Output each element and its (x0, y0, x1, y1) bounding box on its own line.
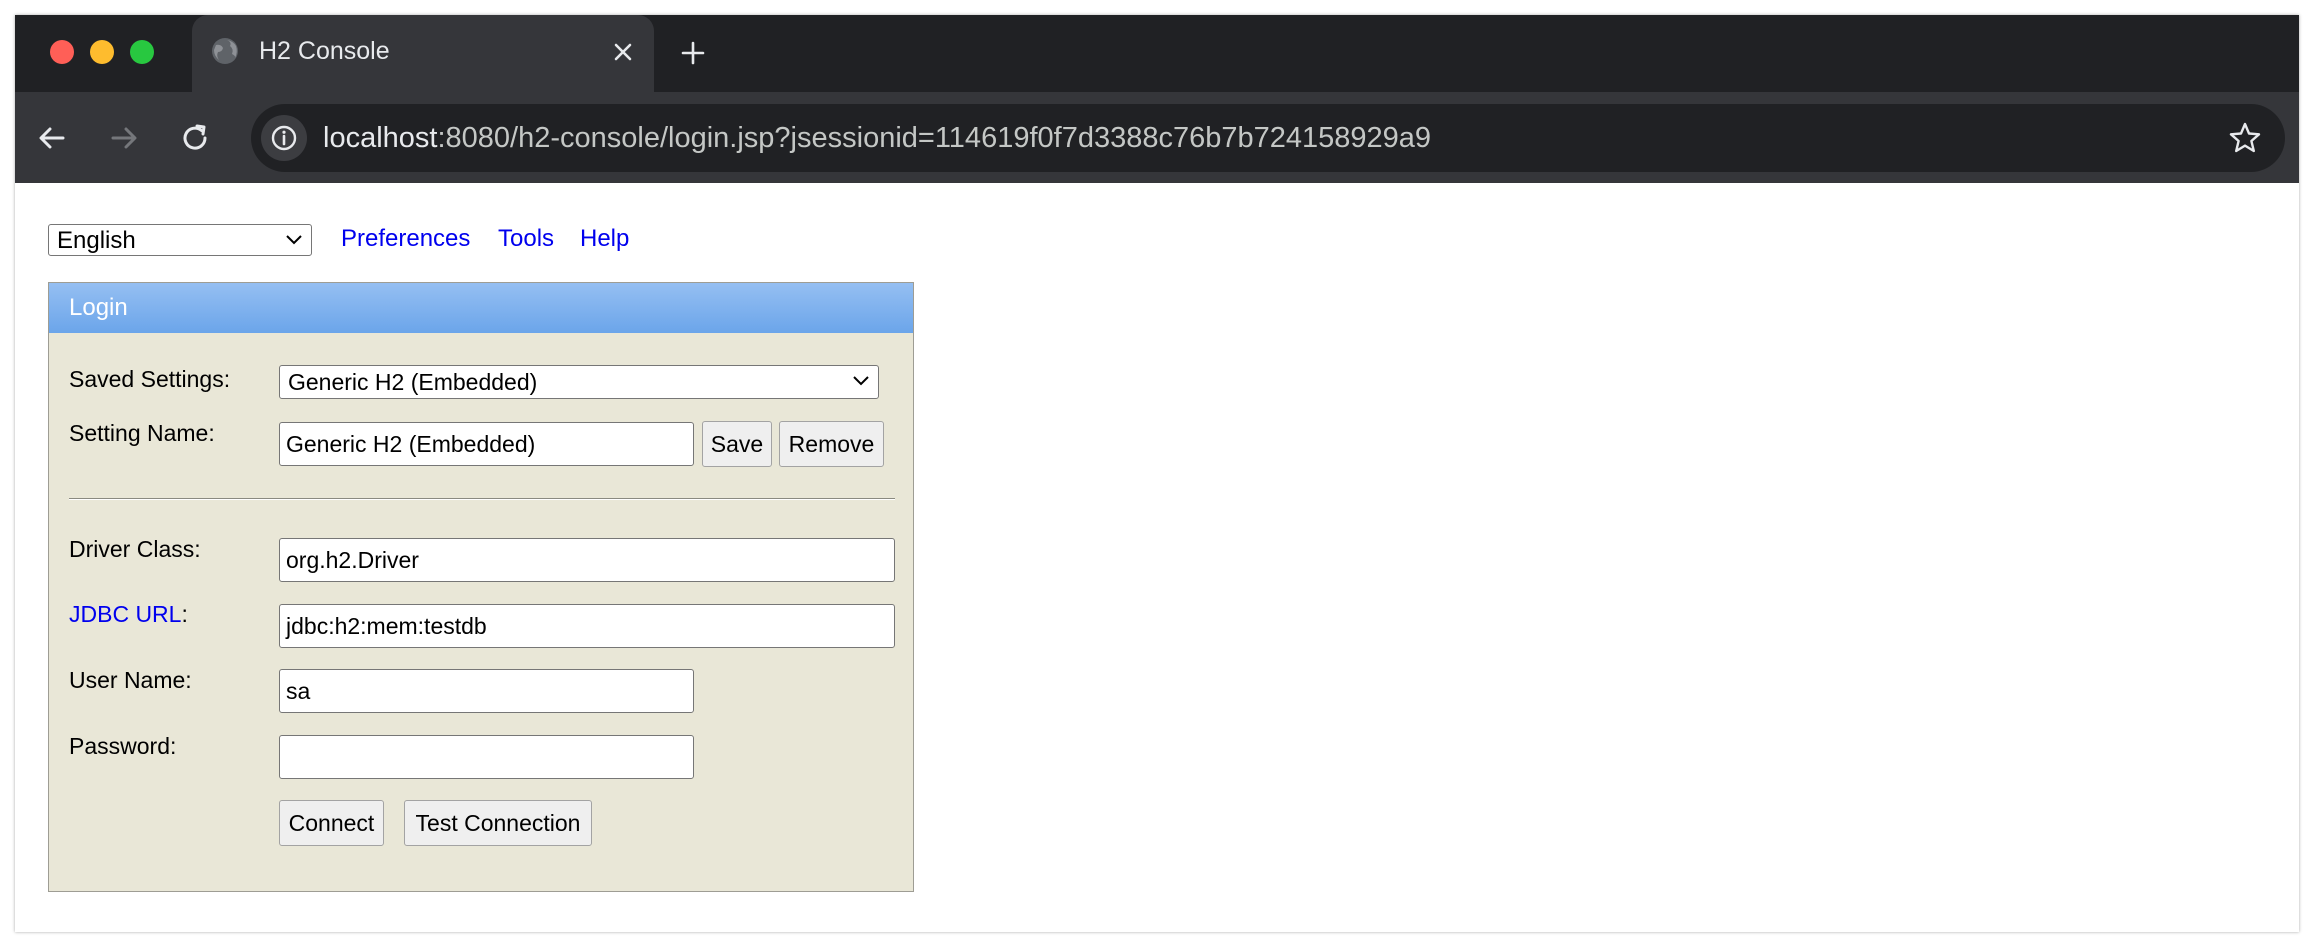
help-link[interactable]: Help (580, 224, 629, 254)
login-header: Login (49, 283, 913, 333)
url-host: localhost (323, 122, 438, 154)
password-label: Password: (69, 733, 177, 759)
login-panel: Login Saved Settings: Generic H2 (Embedd… (48, 282, 914, 892)
chevron-down-icon (286, 235, 302, 245)
preferences-link[interactable]: Preferences (341, 224, 470, 254)
address-bar[interactable]: localhost:8080/h2-console/login.jsp?jses… (251, 104, 2285, 172)
save-button[interactable]: Save (702, 421, 772, 467)
user-name-input[interactable]: sa (279, 669, 694, 713)
language-value: English (57, 227, 136, 254)
setting-name-label: Setting Name: (69, 420, 215, 446)
jdbc-url-label: JDBC URL: (69, 600, 188, 628)
url-text: localhost:8080/h2-console/login.jsp?jses… (323, 120, 1431, 156)
star-icon[interactable] (2227, 120, 2263, 156)
reload-icon[interactable] (177, 120, 213, 156)
connect-button[interactable]: Connect (279, 800, 384, 846)
url-path: :8080/h2-console/login.jsp?jsessionid=11… (437, 122, 1432, 154)
page-content: English Preferences Tools Help Login Sav… (15, 183, 2299, 932)
jdbc-url-link[interactable]: JDBC URL (69, 601, 181, 627)
close-icon[interactable] (610, 39, 636, 65)
browser-tab-active[interactable]: H2 Console (192, 15, 654, 92)
saved-settings-label: Saved Settings: (69, 366, 231, 392)
login-title: Login (69, 294, 128, 321)
driver-class-label: Driver Class: (69, 536, 201, 562)
setting-name-input[interactable]: Generic H2 (Embedded) (279, 422, 694, 466)
driver-class-input[interactable]: org.h2.Driver (279, 538, 895, 582)
window-minimize-button[interactable] (90, 40, 114, 64)
window-close-button[interactable] (50, 40, 74, 64)
user-name-label: User Name: (69, 667, 192, 693)
chevron-down-icon (853, 376, 869, 386)
browser-window: H2 Console localhost:8080/h2-console/log… (15, 15, 2299, 932)
plus-icon[interactable] (678, 38, 708, 68)
window-maximize-button[interactable] (130, 40, 154, 64)
arrow-left-icon[interactable] (34, 120, 70, 156)
jdbc-url-colon: : (181, 601, 188, 627)
divider (69, 498, 895, 500)
saved-settings-select[interactable]: Generic H2 (Embedded) (279, 365, 879, 399)
site-info-button[interactable] (261, 115, 307, 161)
jdbc-url-input[interactable]: jdbc:h2:mem:testdb (279, 604, 895, 648)
language-select[interactable]: English (48, 224, 312, 256)
browser-toolbar: localhost:8080/h2-console/login.jsp?jses… (15, 92, 2299, 183)
info-icon (271, 125, 297, 151)
tab-title: H2 Console (259, 37, 390, 65)
saved-settings-value: Generic H2 (Embedded) (288, 369, 538, 395)
arrow-right-icon[interactable] (106, 120, 142, 156)
tools-link[interactable]: Tools (498, 224, 554, 254)
remove-button[interactable]: Remove (779, 421, 884, 467)
test-connection-button[interactable]: Test Connection (404, 800, 592, 846)
password-input[interactable] (279, 735, 694, 779)
tab-strip: H2 Console (15, 15, 2299, 92)
globe-icon (212, 38, 238, 64)
